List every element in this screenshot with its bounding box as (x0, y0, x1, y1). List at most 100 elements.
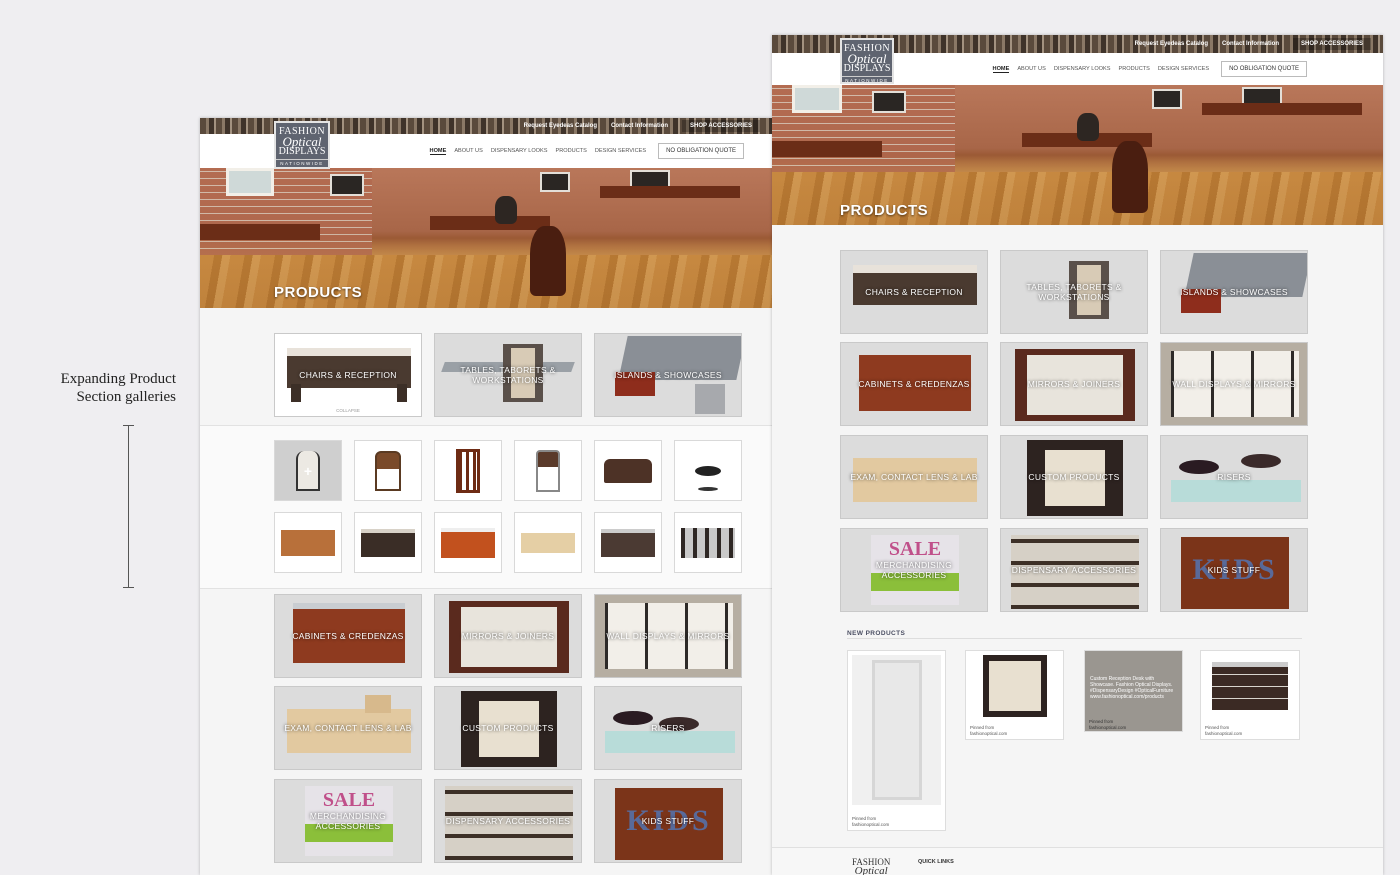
catalog-link[interactable]: Request Eyedeas Catalog (1135, 41, 1208, 47)
product-thumb-chair-white[interactable]: + (274, 440, 342, 501)
nav-home[interactable]: HOME (992, 66, 1010, 73)
product-thumb-bench[interactable] (594, 440, 662, 501)
product-thumb-desk-maple[interactable] (514, 512, 582, 573)
category-label: DISPENSARY ACCESSORIES (445, 816, 571, 826)
category-tables-taborets[interactable]: TABLES, TABORETS & WORKSTATIONS (434, 333, 582, 417)
product-thumb-desk-cherry[interactable] (434, 512, 502, 573)
category-merchandising[interactable]: SALE MERCHANDISING ACCESSORIES (840, 528, 988, 612)
category-label: EXAM, CONTACT LENS & LAB (850, 472, 978, 482)
shop-accessories-button[interactable]: SHOP ACCESSORIES (1292, 38, 1371, 50)
category-label: MIRRORS & JOINERS (461, 631, 555, 641)
category-risers[interactable]: RISERS (594, 686, 742, 770)
category-label: TABLES, TABORETS & WORKSTATIONS (1026, 282, 1122, 302)
category-cabinets-credenzas[interactable]: CABINETS & CREDENZAS (274, 594, 422, 678)
category-label: MERCHANDISING ACCESSORIES (309, 811, 387, 831)
pin-source[interactable]: fashionoptical.com (1089, 725, 1126, 731)
product-thumb-chair-wood[interactable] (354, 440, 422, 501)
site-logo[interactable]: FASHION Optical DISPLAYS NATIONWIDE (274, 121, 330, 169)
nav-design-services[interactable]: DESIGN SERVICES (1158, 66, 1209, 72)
product-thumb-stool[interactable] (674, 440, 742, 501)
category-dispensary-accessories[interactable]: DISPENSARY ACCESSORIES (1000, 528, 1148, 612)
category-custom-products[interactable]: CUSTOM PRODUCTS (434, 686, 582, 770)
category-mirrors-joiners[interactable]: MIRRORS & JOINERS (434, 594, 582, 678)
new-products-heading: NEW PRODUCTS (847, 630, 906, 637)
quote-button[interactable]: NO OBLIGATION QUOTE (658, 143, 744, 159)
collapse-toggle[interactable]: COLLAPSE (275, 408, 421, 413)
contact-link[interactable]: Contact Information (1222, 41, 1279, 47)
category-custom-products[interactable]: CUSTOM PRODUCTS (1000, 435, 1148, 519)
category-label: KIDS STUFF (641, 816, 695, 826)
pin-card-showcase[interactable]: Pinned from fashionoptical.com (847, 650, 946, 831)
category-dispensary-accessories[interactable]: DISPENSARY ACCESSORIES (434, 779, 582, 863)
category-label: ISLANDS & SHOWCASES (1180, 287, 1288, 297)
category-risers[interactable]: RISERS (1160, 435, 1308, 519)
pin-card-reception-desk[interactable]: Custom Reception Desk with Showcase. Fas… (1084, 650, 1183, 732)
nav-design-services[interactable]: DESIGN SERVICES (595, 148, 646, 154)
nav-about[interactable]: ABOUT US (1017, 66, 1046, 72)
category-label: ISLANDS & SHOWCASES (614, 370, 722, 380)
nav-dispensary-looks[interactable]: DISPENSARY LOOKS (1054, 66, 1111, 72)
pin-card-cabinet[interactable]: Pinned from fashionoptical.com (965, 650, 1064, 740)
category-label: WALL DISPLAYS & MIRRORS (1172, 379, 1296, 389)
contact-link[interactable]: Contact Information (611, 123, 668, 129)
section-divider (847, 638, 1302, 639)
logo-word-nationwide: NATIONWIDE (276, 159, 328, 166)
pin-source[interactable]: fashionoptical.com (1205, 731, 1242, 737)
category-kids-stuff[interactable]: KIDS KIDS STUFF (594, 779, 742, 863)
annotation-text: Expanding Product Section galleries (20, 370, 176, 406)
category-label: EXAM, CONTACT LENS & LAB (284, 723, 412, 733)
category-label: CUSTOM PRODUCTS (462, 723, 554, 733)
pin-source[interactable]: fashionoptical.com (970, 731, 1007, 737)
catalog-link[interactable]: Request Eyedeas Catalog (524, 123, 597, 129)
category-chairs-reception[interactable]: CHAIRS & RECEPTION COLLAPSE (274, 333, 422, 417)
category-mirrors-joiners[interactable]: MIRRORS & JOINERS (1000, 342, 1148, 426)
quick-links-heading: QUICK LINKS (918, 859, 954, 865)
category-kids-stuff[interactable]: KIDS KIDS STUFF (1160, 528, 1308, 612)
nav-about[interactable]: ABOUT US (454, 148, 483, 154)
shop-accessories-button[interactable]: SHOP ACCESSORIES (681, 120, 760, 132)
category-chairs-reception[interactable]: CHAIRS & RECEPTION (840, 250, 988, 334)
category-merchandising[interactable]: SALE MERCHANDISING ACCESSORIES (274, 779, 422, 863)
mockup-product-page: Request Eyedeas Catalog Contact Informat… (772, 35, 1383, 875)
expanded-subgallery: + (200, 425, 772, 589)
product-thumb-chair-ladder[interactable] (434, 440, 502, 501)
mockup-expanded-gallery: Request Eyedeas Catalog Contact Informat… (200, 118, 772, 875)
category-label: MERCHANDISING ACCESSORIES (875, 560, 953, 580)
pin-card-drawers[interactable]: Pinned from fashionoptical.com (1200, 650, 1300, 740)
product-thumb-chair-stack[interactable] (514, 440, 582, 501)
quote-button[interactable]: NO OBLIGATION QUOTE (1221, 61, 1307, 77)
annotation-bracket (123, 425, 134, 588)
category-exam-contact-lens[interactable]: EXAM, CONTACT LENS & LAB (840, 435, 988, 519)
category-wall-displays[interactable]: WALL DISPLAYS & MIRRORS (1160, 342, 1308, 426)
nav-products[interactable]: PRODUCTS (1119, 66, 1150, 72)
site-logo[interactable]: FASHION Optical DISPLAYS NATIONWIDE (840, 38, 894, 84)
hero-title: PRODUCTS (274, 284, 363, 301)
nav-products[interactable]: PRODUCTS (556, 148, 587, 154)
category-label: MIRRORS & JOINERS (1027, 379, 1121, 389)
annotation-line-2: Section galleries (76, 389, 176, 405)
logo-word-nationwide: NATIONWIDE (842, 76, 892, 83)
footer-logo[interactable]: FASHION Optical (852, 858, 890, 875)
category-exam-contact-lens[interactable]: EXAM, CONTACT LENS & LAB (274, 686, 422, 770)
category-islands-showcases[interactable]: ISLANDS & SHOWCASES (594, 333, 742, 417)
category-cabinets-credenzas[interactable]: CABINETS & CREDENZAS (840, 342, 988, 426)
category-label: CABINETS & CREDENZAS (292, 631, 404, 641)
product-thumb-desk-dark[interactable] (354, 512, 422, 573)
category-islands-showcases[interactable]: ISLANDS & SHOWCASES (1160, 250, 1308, 334)
pin-source[interactable]: fashionoptical.com (852, 822, 889, 828)
nav-home[interactable]: HOME (429, 148, 447, 155)
pin-caption: Custom Reception Desk with Showcase. Fas… (1090, 676, 1174, 700)
nav-dispensary-looks[interactable]: DISPENSARY LOOKS (491, 148, 548, 154)
category-tables-taborets[interactable]: TABLES, TABORETS & WORKSTATIONS (1000, 250, 1148, 334)
category-label: KIDS STUFF (1207, 565, 1261, 575)
category-label: RISERS (651, 723, 685, 733)
hero-banner: PRODUCTS (200, 168, 772, 308)
logo-word-displays: DISPLAYS (278, 146, 326, 157)
category-label: WALL DISPLAYS & MIRRORS (606, 631, 730, 641)
category-label: CUSTOM PRODUCTS (1028, 472, 1120, 482)
product-thumb-desk-glass[interactable] (674, 512, 742, 573)
product-thumb-desk-corner[interactable] (594, 512, 662, 573)
product-thumb-desk-oak[interactable] (274, 512, 342, 573)
hero-title: PRODUCTS (840, 202, 929, 219)
category-wall-displays[interactable]: WALL DISPLAYS & MIRRORS (594, 594, 742, 678)
